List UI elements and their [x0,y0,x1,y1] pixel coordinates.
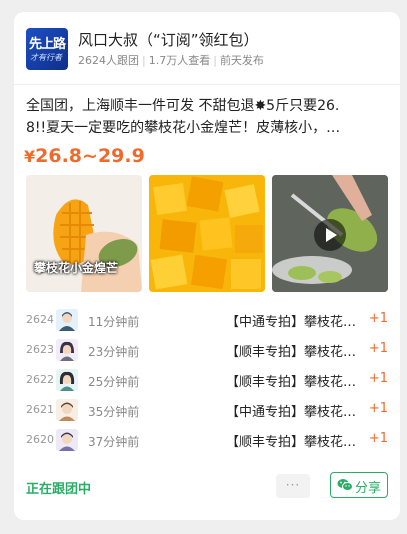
photo-mango-hand[interactable]: 攀枝花小金煌芒 [26,175,142,292]
photo-mango-cubes[interactable] [149,175,265,292]
order-row[interactable]: 2624 11分钟前 【中通专拍】攀枝花小金煌芒 +1 [26,307,388,337]
card-footer: 正在跟团中 ··· 分享 [26,472,388,502]
price-range: ¥26.8~29.9 [24,145,145,167]
group-buy-card[interactable]: 先上路 才有行者 风口大叔（“订阅”领红包） 2624人跟团 | 1.7万人查看 | 前… [14,12,400,520]
order-count: +1 [368,311,388,326]
shop-title[interactable]: 风口大叔（“订阅”领红包） [78,29,259,50]
order-number: 2620 [26,433,54,446]
order-row[interactable]: 2623 23分钟前 【顺丰专拍】攀枝花小金煌芒 +1 [26,337,388,367]
views-count: 1.7万人查看 [148,54,211,67]
order-product: 【中通专拍】攀枝花小金煌芒 [226,405,358,420]
share-button[interactable]: 分享 [330,472,388,498]
header-divider [14,84,400,85]
order-count: +1 [368,401,388,416]
post-meta: 2624人跟团 | 1.7万人查看 | 前天发布 [78,54,264,67]
user-avatar-icon [56,429,78,451]
order-product: 【顺丰专拍】攀枝花小金煌芒 [226,375,358,390]
video-mango-cutting[interactable] [272,175,388,292]
followers-count: 2624人跟团 [78,54,139,67]
user-avatar [56,309,78,331]
user-avatar [56,339,78,361]
order-number: 2622 [26,373,54,386]
order-product: 【顺丰专拍】攀枝花小金煌芒 [226,345,358,360]
more-dots-icon: ··· [285,478,301,492]
user-avatar-icon [56,399,78,421]
order-row[interactable]: 2621 35分钟前 【中通专拍】攀枝花小金煌芒 +1 [26,397,388,427]
user-avatar [56,429,78,451]
order-count: +1 [368,341,388,356]
order-time: 25分钟前 [88,375,140,389]
order-time: 35分钟前 [88,405,140,419]
photo-gallery: 攀枝花小金煌芒 [26,175,388,292]
share-label: 分享 [355,481,382,496]
group-status[interactable]: 正在跟团中 [26,478,91,497]
description-line-2: 8!!夏天一定要吃的攀枝花小金煌芒！皮薄核小，… [26,120,341,136]
order-count: +1 [368,371,388,386]
avatar-text-bottom: 才有行者 [30,53,62,62]
description-line-1: 全国团，上海顺丰一件可发 不甜包退✸5斤只要26. [26,98,340,114]
posted-time: 前天发布 [219,54,264,67]
photo-caption: 攀枝花小金煌芒 [34,261,119,275]
order-time: 11分钟前 [88,315,140,329]
mango-cubes-photo-icon [149,175,265,292]
order-time: 37分钟前 [88,435,140,449]
wechat-icon [337,479,353,491]
order-row[interactable]: 2622 25分钟前 【顺丰专拍】攀枝花小金煌芒 +1 [26,367,388,397]
order-product: 【顺丰专拍】攀枝花小金煌芒 [226,435,358,450]
shop-avatar[interactable]: 先上路 才有行者 [26,28,68,70]
order-time: 23分钟前 [88,345,140,359]
user-avatar-icon [56,309,78,331]
order-row[interactable]: 2620 37分钟前 【顺丰专拍】攀枝花小金煌芒 +1 [26,427,388,457]
user-avatar-icon [56,369,78,391]
post-description[interactable]: 全国团，上海顺丰一件可发 不甜包退✸5斤只要26. 8!!夏天一定要吃的攀枝花小… [26,95,388,139]
avatar-text-top: 先上路 [29,37,66,52]
order-count: +1 [368,431,388,446]
order-product: 【中通专拍】攀枝花小金煌芒 [226,315,358,330]
order-number: 2621 [26,403,54,416]
more-button[interactable]: ··· [276,474,310,498]
user-avatar-icon [56,339,78,361]
order-number: 2624 [26,313,54,326]
play-icon[interactable] [314,219,346,251]
user-avatar [56,399,78,421]
user-avatar [56,369,78,391]
order-list: 2624 11分钟前 【中通专拍】攀枝花小金煌芒 +1 2623 23分钟前 【… [26,307,388,457]
card-header: 先上路 才有行者 风口大叔（“订阅”领红包） 2624人跟团 | 1.7万人查看 | 前… [26,28,388,70]
order-number: 2623 [26,343,54,356]
price-value: 26.8~29.9 [35,145,145,167]
price-currency: ¥ [24,147,36,166]
